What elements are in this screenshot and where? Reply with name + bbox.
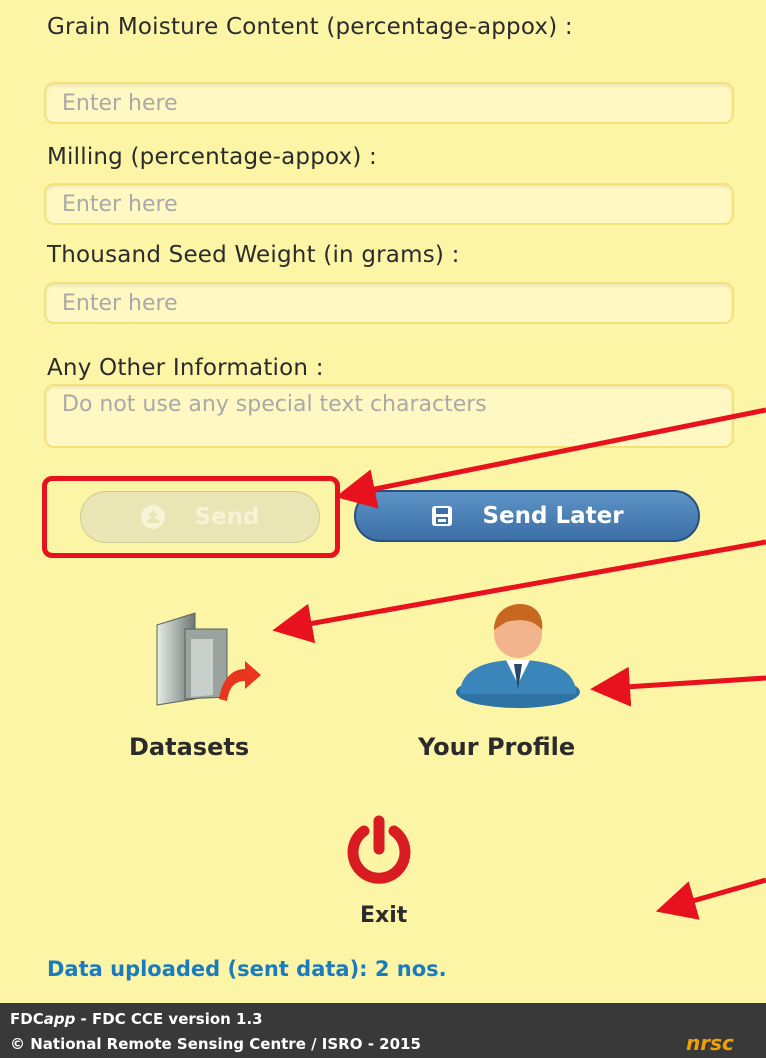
arrow-to-profile (590, 666, 766, 707)
arrow-to-send (335, 407, 766, 509)
footer-app-name: FDC (10, 1010, 44, 1028)
nrsc-logo: nrsc (686, 1031, 734, 1055)
footer-version-text: - FDC CCE version 1.3 (75, 1010, 263, 1028)
arrow-to-datasets (272, 539, 766, 644)
footer: FDCapp - FDC CCE version 1.3 © National … (0, 1003, 766, 1058)
footer-copyright: © National Remote Sensing Centre / ISRO … (10, 1035, 421, 1053)
footer-app-suffix: app (43, 1010, 76, 1028)
annotation-arrows (272, 407, 766, 920)
footer-version: FDCapp - FDC CCE version 1.3 (10, 1010, 263, 1028)
arrow-to-status (655, 877, 766, 920)
